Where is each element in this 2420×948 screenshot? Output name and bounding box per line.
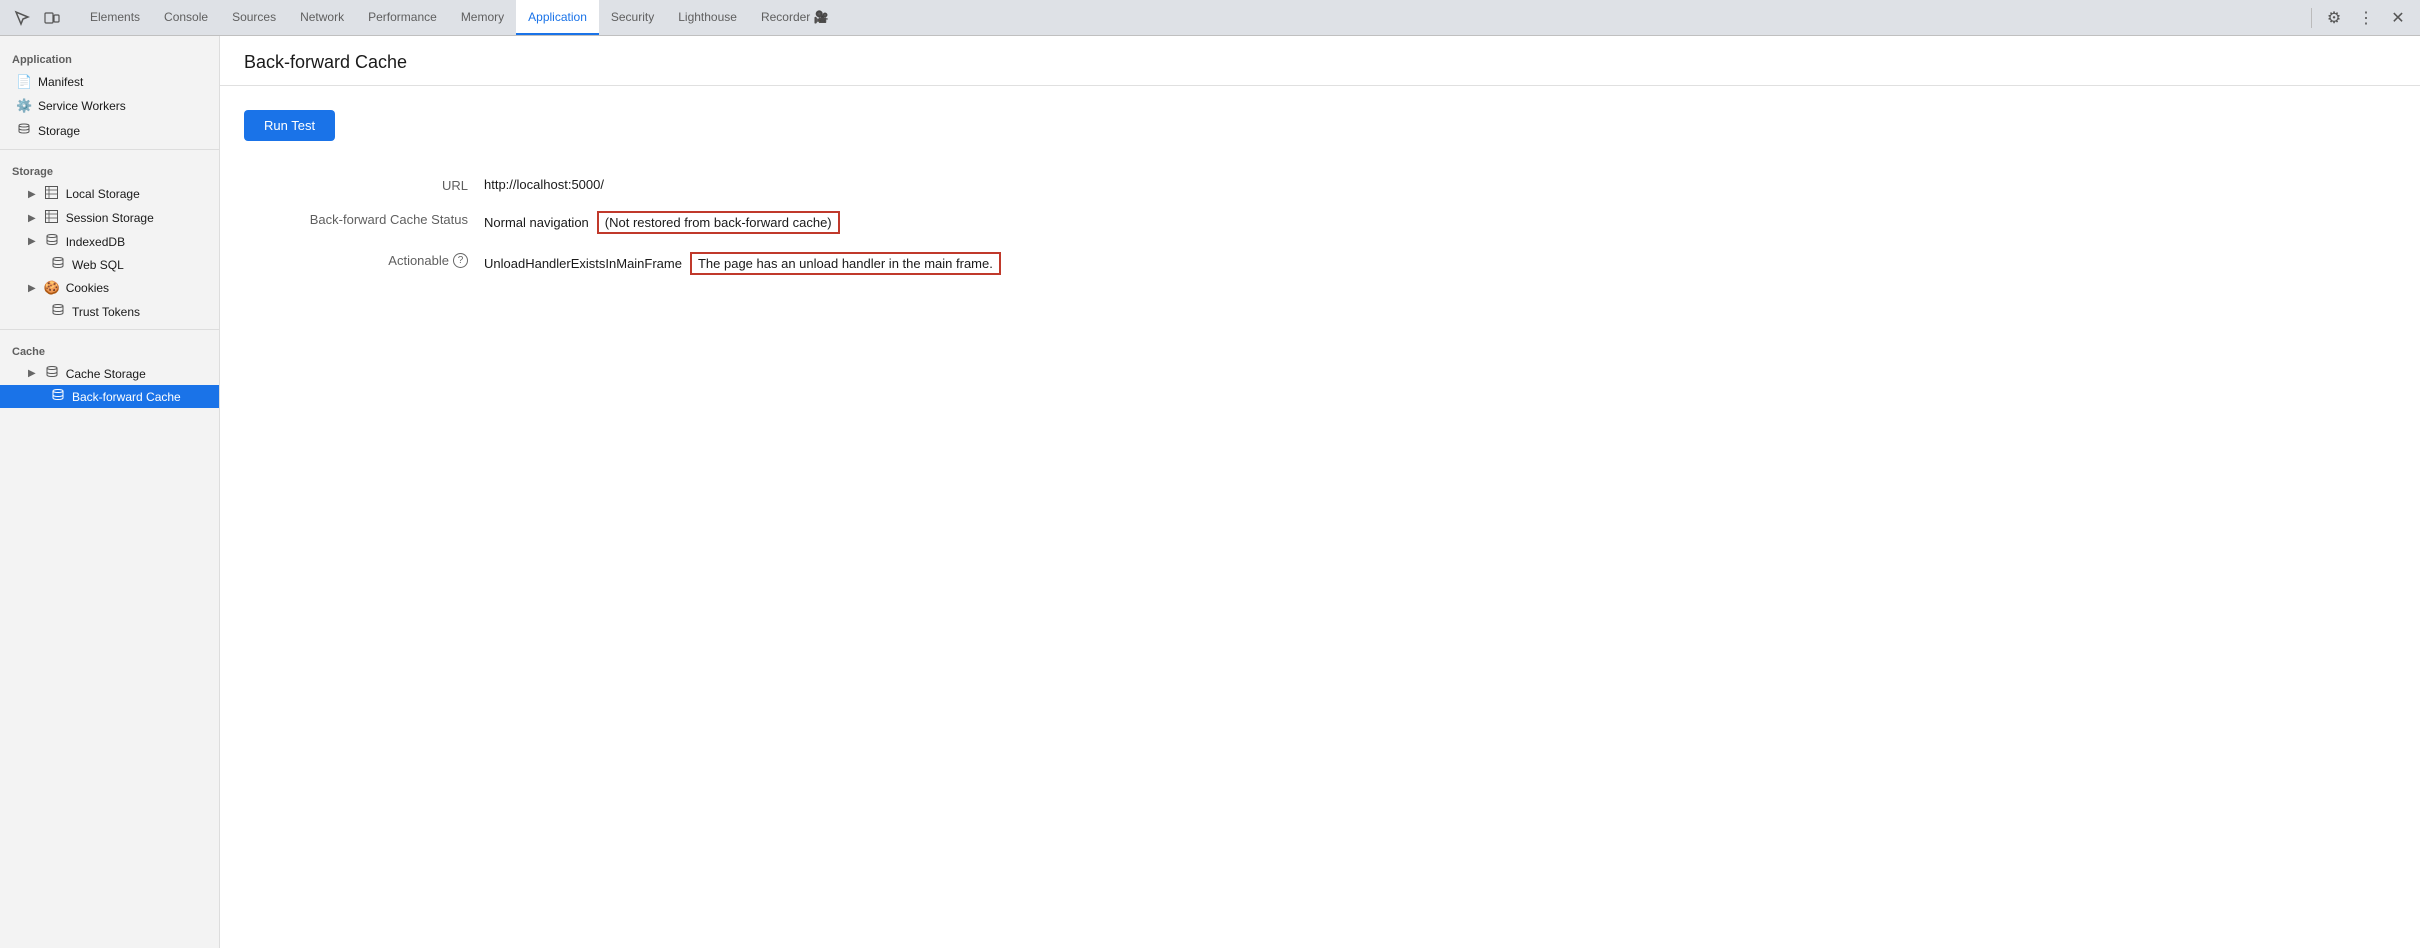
tab-performance[interactable]: Performance: [356, 0, 449, 35]
manifest-icon: 📄: [16, 74, 32, 90]
sidebar-item-web-sql[interactable]: Web SQL: [0, 253, 219, 276]
cache-status-highlight: (Not restored from back-forward cache): [597, 211, 840, 234]
sidebar-item-manifest[interactable]: 📄 Manifest: [0, 70, 219, 94]
sidebar-divider-2: [0, 329, 219, 330]
cookies-icon: 🍪: [44, 280, 60, 296]
expand-indexed-db-icon[interactable]: ▶: [28, 236, 36, 247]
tab-list: Elements Console Sources Network Perform…: [78, 0, 2307, 35]
sidebar-section-cache: Cache: [0, 336, 219, 362]
expand-local-storage-icon[interactable]: ▶: [28, 189, 36, 200]
main-area: Application 📄 Manifest ⚙️ Service Worker…: [0, 36, 2420, 948]
devtools-controls: [8, 4, 66, 32]
web-sql-icon: [50, 257, 66, 272]
trust-tokens-icon: [50, 304, 66, 319]
tab-application[interactable]: Application: [516, 0, 599, 35]
tab-sources[interactable]: Sources: [220, 0, 288, 35]
sidebar-section-application: Application: [0, 44, 219, 70]
more-options-icon[interactable]: ⋮: [2352, 4, 2380, 32]
sidebar-item-session-storage[interactable]: ▶ Session Storage: [0, 206, 219, 230]
actionable-highlight: The page has an unload handler in the ma…: [690, 252, 1001, 275]
info-table: URL http://localhost:5000/ Back-forward …: [244, 177, 2396, 275]
session-storage-icon: [44, 210, 60, 226]
tab-security[interactable]: Security: [599, 0, 666, 35]
service-workers-icon: ⚙️: [16, 98, 32, 114]
sidebar-item-service-workers[interactable]: ⚙️ Service Workers: [0, 94, 219, 118]
storage-app-icon: [16, 122, 32, 139]
actionable-row: Actionable ? UnloadHandlerExistsInMainFr…: [244, 252, 2396, 275]
sidebar: Application 📄 Manifest ⚙️ Service Worker…: [0, 36, 220, 948]
settings-icon[interactable]: ⚙: [2320, 4, 2348, 32]
tab-console[interactable]: Console: [152, 0, 220, 35]
sidebar-item-back-forward-cache[interactable]: Back-forward Cache: [0, 385, 219, 408]
cache-storage-icon: [44, 366, 60, 381]
sidebar-item-indexed-db[interactable]: ▶ IndexedDB: [0, 230, 219, 253]
page-title: Back-forward Cache: [244, 52, 2396, 73]
sidebar-item-cache-storage[interactable]: ▶ Cache Storage: [0, 362, 219, 385]
tab-recorder[interactable]: Recorder 🎥: [749, 0, 841, 35]
sidebar-item-trust-tokens[interactable]: Trust Tokens: [0, 300, 219, 323]
expand-session-storage-icon[interactable]: ▶: [28, 213, 36, 224]
sidebar-item-cookies[interactable]: ▶ 🍪 Cookies: [0, 276, 219, 300]
run-test-button[interactable]: Run Test: [244, 110, 335, 141]
sidebar-divider-1: [0, 149, 219, 150]
sidebar-section-storage: Storage: [0, 156, 219, 182]
sidebar-item-storage-app[interactable]: Storage: [0, 118, 219, 143]
inspect-icon[interactable]: [8, 4, 36, 32]
actionable-label: Actionable ?: [244, 252, 484, 268]
back-forward-cache-icon: [50, 389, 66, 404]
expand-cookies-icon[interactable]: ▶: [28, 283, 36, 294]
device-toggle-icon[interactable]: [38, 4, 66, 32]
expand-cache-storage-icon[interactable]: ▶: [28, 368, 36, 379]
indexed-db-icon: [44, 234, 60, 249]
url-row: URL http://localhost:5000/: [244, 177, 2396, 193]
tab-elements[interactable]: Elements: [78, 0, 152, 35]
content-body: Run Test URL http://localhost:5000/ Back…: [220, 86, 2420, 317]
tab-network[interactable]: Network: [288, 0, 356, 35]
actionable-help-icon[interactable]: ?: [453, 253, 468, 268]
content-panel: Back-forward Cache Run Test URL http://l…: [220, 36, 2420, 948]
toolbar-right: ⚙ ⋮ ✕: [2307, 4, 2412, 32]
separator: [2311, 8, 2312, 28]
actionable-value: UnloadHandlerExistsInMainFrame The page …: [484, 252, 1001, 275]
content-header: Back-forward Cache: [220, 36, 2420, 86]
local-storage-icon: [44, 186, 60, 202]
sidebar-item-local-storage[interactable]: ▶ Local Storage: [0, 182, 219, 206]
tab-bar: Elements Console Sources Network Perform…: [0, 0, 2420, 36]
url-label: URL: [244, 177, 484, 193]
tab-lighthouse[interactable]: Lighthouse: [666, 0, 749, 35]
url-value: http://localhost:5000/: [484, 177, 604, 192]
cache-status-label: Back-forward Cache Status: [244, 211, 484, 227]
cache-status-row: Back-forward Cache Status Normal navigat…: [244, 211, 2396, 234]
tab-memory[interactable]: Memory: [449, 0, 516, 35]
cache-status-value: Normal navigation (Not restored from bac…: [484, 211, 840, 234]
close-icon[interactable]: ✕: [2384, 4, 2412, 32]
